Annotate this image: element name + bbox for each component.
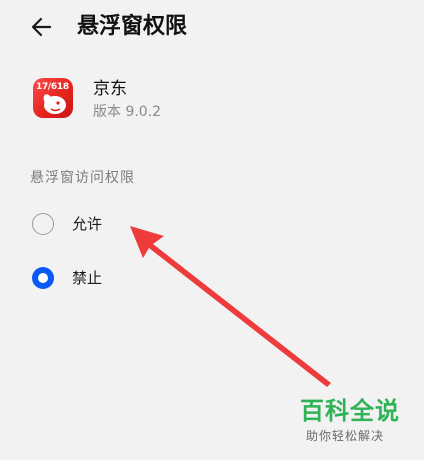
watermark-title: 百科全说 xyxy=(300,397,400,425)
option-deny[interactable]: 禁止 xyxy=(0,260,424,296)
option-deny-label: 禁止 xyxy=(72,269,103,287)
page-title: 悬浮窗权限 xyxy=(77,14,188,39)
back-button[interactable] xyxy=(28,12,58,42)
watermark-subtitle: 助你轻松解决 xyxy=(306,429,385,443)
top-bar: 悬浮窗权限 xyxy=(0,0,424,56)
section-label: 悬浮窗访问权限 xyxy=(30,170,135,186)
jd-app-icon: 17/618 xyxy=(33,78,73,118)
watermark: 百科全说 助你轻松解决 xyxy=(296,396,416,452)
radio-allow[interactable] xyxy=(32,213,54,235)
option-allow[interactable]: 允许 xyxy=(0,206,424,242)
app-name: 京东 xyxy=(93,79,127,99)
app-version: 版本 9.0.2 xyxy=(93,104,162,120)
app-info: 17/618 京东 版本 9.0.2 xyxy=(0,70,424,130)
option-allow-label: 允许 xyxy=(72,215,103,233)
app-icon-label: 17/618 xyxy=(36,82,69,92)
radio-deny[interactable] xyxy=(32,267,54,289)
arrow-left-icon xyxy=(31,17,52,37)
